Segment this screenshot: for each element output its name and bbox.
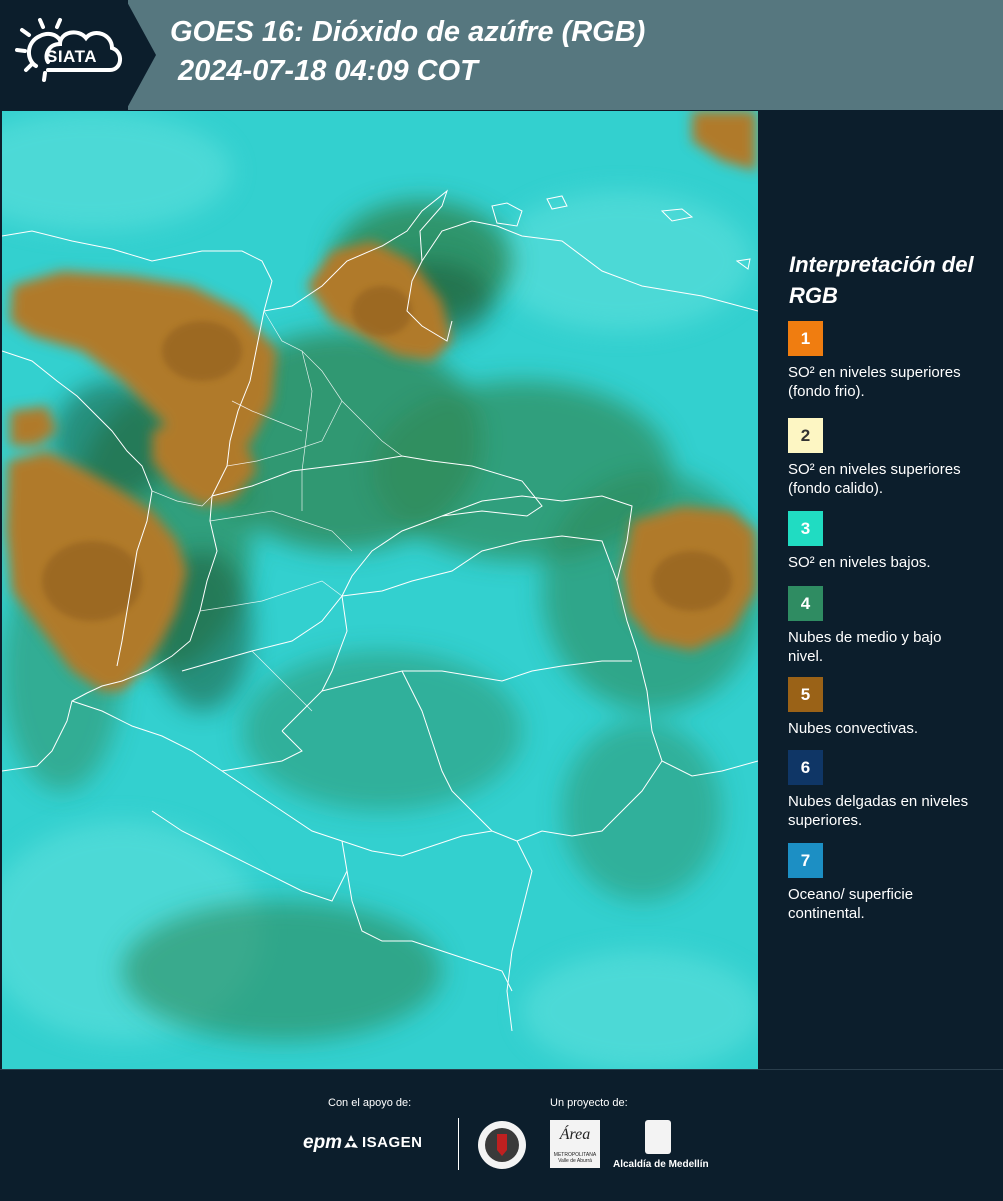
legend-number-2: 2 [800, 425, 811, 445]
satellite-map[interactable] [0, 111, 762, 1071]
alcaldia-emblem-icon [645, 1120, 671, 1154]
legend-swatch-5: 5 [788, 677, 823, 712]
legend-desc-6: Nubes delgadas en niveles superiores. [788, 793, 969, 829]
header-bar: SIATA GOES 16: Dióxido de azúfre (RGB) 2… [0, 0, 1003, 110]
project-label: Un proyecto de: [550, 1097, 628, 1109]
legend-desc-3: SO² en niveles bajos. [788, 554, 931, 571]
legend-number-1: 1 [800, 328, 811, 348]
legend-swatch-2: 2 [788, 418, 823, 453]
legend-swatch-3: 3 [788, 511, 823, 546]
area-metropolitana-logo: Área METROPOLITANA Valle de Aburrá [550, 1120, 600, 1168]
support-label: Con el apoyo de: [328, 1097, 412, 1109]
medellin-seal-icon [478, 1121, 526, 1169]
page-timestamp: 2024-07-18 04:09 COT [178, 55, 478, 87]
legend-desc-4: Nubes de medio y bajo nivel. [788, 629, 942, 665]
legend-swatch-7: 7 [788, 843, 823, 878]
legend-number-3: 3 [800, 518, 811, 538]
legend-item-5: 5 Nubes convectivas. [788, 677, 998, 738]
legend-item-2: 2 SO² en niveles superiores (fondo calid… [788, 418, 998, 498]
footer-divider [458, 1118, 459, 1170]
isagen-logo: ISAGEN [362, 1134, 423, 1151]
legend-title: Interpretación del RGB [789, 252, 974, 308]
legend-swatch-1: 1 [788, 321, 823, 356]
area-logo-subtitle: METROPOLITANA Valle de Aburrá [553, 1152, 597, 1164]
legend-item-7: 7 Oceano/ superficie continental. [788, 843, 998, 923]
legend-swatch-4: 4 [788, 586, 823, 621]
legend-item-4: 4 Nubes de medio y bajo nivel. [788, 586, 998, 666]
legend-number-6: 6 [800, 757, 811, 777]
isagen-icon [344, 1135, 358, 1148]
legend-desc-2: SO² en niveles superiores (fondo calido)… [788, 461, 961, 497]
legend-swatch-6: 6 [788, 750, 823, 785]
legend-desc-1: SO² en niveles superiores (fondo frio). [788, 364, 961, 400]
legend-desc-5: Nubes convectivas. [788, 720, 919, 737]
legend-panel: Interpretación del RGB 1 SO² en niveles … [760, 111, 1003, 1069]
legend-number-5: 5 [800, 684, 811, 704]
legend-item-1: 1 SO² en niveles superiores (fondo frio)… [788, 321, 998, 401]
area-logo-text: Área [559, 1126, 591, 1143]
page-title: GOES 16: Dióxido de azúfre (RGB) [170, 16, 646, 48]
legend-number-4: 4 [800, 593, 811, 613]
epm-logo: epm [303, 1132, 343, 1153]
legend-item-3: 3 SO² en niveles bajos. [788, 511, 998, 572]
legend-item-6: 6 Nubes delgadas en niveles superiores. [788, 750, 998, 830]
alcaldia-logo-text: Alcaldía de Medellín [613, 1159, 709, 1170]
satellite-map-image [0, 111, 762, 1071]
siata-logo-text: SIATA [46, 47, 97, 66]
siata-logo: SIATA [0, 0, 128, 110]
legend-number-7: 7 [800, 850, 811, 870]
logo-chevron [126, 0, 156, 110]
footer-bar: Con el apoyo de: Un proyecto de: epm ISA… [0, 1069, 1003, 1201]
legend-desc-7: Oceano/ superficie continental. [788, 886, 914, 922]
